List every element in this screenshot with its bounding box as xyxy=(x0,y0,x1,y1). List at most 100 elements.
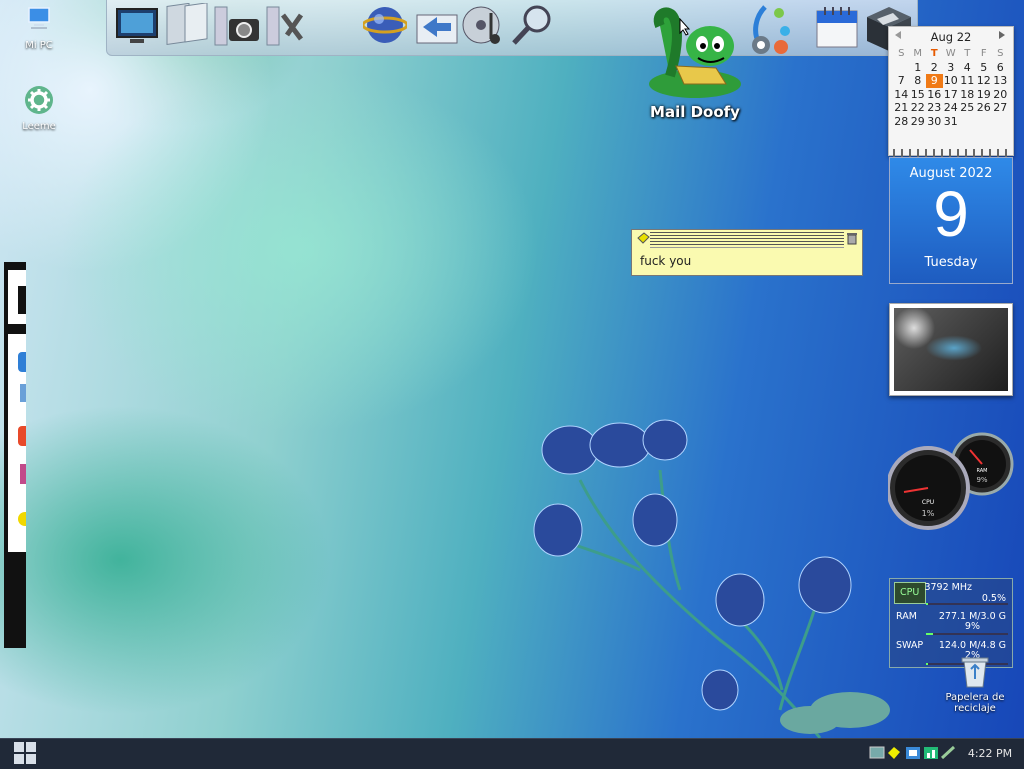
note-title-bar[interactable] xyxy=(650,230,844,248)
media-icon xyxy=(462,6,500,44)
date-widget-day: 9 xyxy=(933,178,969,250)
calendar-day xyxy=(893,61,910,75)
calendar-day[interactable]: 3 xyxy=(943,61,960,75)
dock-item-search[interactable] xyxy=(509,3,553,47)
calendar-day[interactable]: 30 xyxy=(926,115,943,129)
tray-note-icon[interactable] xyxy=(888,747,900,759)
dock-item-camera[interactable] xyxy=(213,3,259,47)
calendar-day xyxy=(959,115,976,129)
calendar-day[interactable]: 24 xyxy=(943,101,960,115)
taskbar-clock[interactable]: 4:22 PM xyxy=(964,747,1016,760)
calendar-day xyxy=(992,115,1009,129)
calendar-day[interactable]: 22 xyxy=(910,101,927,115)
calendar-day[interactable]: 15 xyxy=(910,88,927,102)
dock-item-calendar[interactable] xyxy=(815,3,859,48)
calendar-weekday: W xyxy=(945,48,956,59)
dock-item-folders[interactable] xyxy=(163,2,208,47)
calendar-day[interactable]: 28 xyxy=(893,115,910,129)
note-pin-icon[interactable] xyxy=(636,232,650,244)
desktop: Mi PC Leeme Mail Doofy Aug 22 S M T W T … xyxy=(0,0,1024,738)
calendar-weekday: S xyxy=(997,48,1004,59)
image-icon xyxy=(20,464,26,484)
photo-frame-widget[interactable] xyxy=(889,303,1013,396)
calendar-day[interactable]: 29 xyxy=(910,115,927,129)
document-icon xyxy=(20,384,26,402)
calendar-widget[interactable]: Aug 22 S M T W T F S 1 2 3 4 5 6 7 8 9 10 11 12 13 14 15 16 17 1… xyxy=(888,26,1014,161)
dock-item-monitor[interactable] xyxy=(115,3,159,47)
monitor-icon xyxy=(116,8,158,43)
calendar-day[interactable]: 16 xyxy=(926,88,943,102)
calendar-grid: S M T W T F S 1 2 3 4 5 6 7 8 9 10 11 12 13 14 15 16 17 18 19 20 21… xyxy=(893,47,1013,128)
dock-item-settings[interactable] xyxy=(745,3,790,54)
flower-wallpaper-art xyxy=(533,419,890,738)
calendar-day[interactable]: 18 xyxy=(959,88,976,102)
top-dock xyxy=(106,0,918,56)
calendar-day[interactable]: 10 xyxy=(943,74,960,88)
tools-icon xyxy=(266,6,304,46)
calendar-day[interactable]: 9 xyxy=(926,74,943,88)
tray-network-icon[interactable] xyxy=(906,747,920,759)
calendar-day[interactable]: 11 xyxy=(959,74,976,88)
calendar-day[interactable]: 12 xyxy=(976,74,993,88)
browser-icon xyxy=(18,352,26,372)
gauge-cpu-label: CPU xyxy=(922,499,934,506)
calendar-day[interactable]: 26 xyxy=(976,101,993,115)
calendar-day[interactable]: 13 xyxy=(992,74,1009,88)
sysmon-cpu-label: CPU xyxy=(900,587,920,598)
calendar-day[interactable]: 31 xyxy=(943,115,960,129)
gear-icon xyxy=(25,86,53,114)
calendar-day[interactable]: 19 xyxy=(976,88,993,102)
calendar-day[interactable]: 21 xyxy=(893,101,910,115)
globe-icon xyxy=(361,7,409,43)
desktop-icon-leeme[interactable]: Leeme xyxy=(9,85,69,132)
calendar-weekday: M xyxy=(913,48,923,59)
calendar-day[interactable]: 4 xyxy=(959,61,976,75)
dock-item-tools[interactable] xyxy=(265,3,309,47)
calendar-day[interactable]: 20 xyxy=(992,88,1009,102)
calendar-day[interactable]: 1 xyxy=(910,61,927,75)
gauge-cpu-value: 1% xyxy=(922,509,935,518)
note-trash-icon[interactable] xyxy=(846,232,858,245)
window-panel-icons xyxy=(8,334,26,552)
desktop-icon-label: Mi PC xyxy=(25,40,53,51)
calendar-day[interactable]: 7 xyxy=(893,74,910,88)
settings-icon xyxy=(752,5,790,54)
note-text[interactable]: fuck you xyxy=(640,254,854,268)
calendar-day[interactable]: 14 xyxy=(893,88,910,102)
calendar-month: Aug 22 xyxy=(930,30,972,44)
tray-chart-icon[interactable] xyxy=(924,747,938,759)
gauge-ram-label: RAM xyxy=(976,468,987,474)
dock-item-transfer[interactable] xyxy=(413,3,458,47)
folders-icon xyxy=(166,2,208,46)
date-widget[interactable]: August 2022 9 Tuesday xyxy=(889,157,1013,284)
desktop-icon-mi-pc[interactable]: Mi PC xyxy=(9,4,69,51)
calendar-day[interactable]: 23 xyxy=(926,101,943,115)
calendar-weekday: S xyxy=(898,48,905,59)
tray-monitor-icon[interactable] xyxy=(869,746,885,759)
folder-icon xyxy=(18,512,26,526)
system-tray xyxy=(869,745,956,760)
tray-usb-icon[interactable] xyxy=(940,745,956,760)
calendar-day[interactable]: 25 xyxy=(959,101,976,115)
sysmon-ram-usage: 9% xyxy=(964,621,980,632)
sticky-note[interactable]: fuck you xyxy=(631,229,863,276)
cpu-ram-gauges-widget[interactable]: CPU 1% RAM 9% xyxy=(888,432,1016,532)
offscreen-window-edge[interactable] xyxy=(4,262,26,648)
calendar-day[interactable]: 6 xyxy=(992,61,1009,75)
calendar-icon xyxy=(816,7,858,48)
calendar-day[interactable]: 17 xyxy=(943,88,960,102)
calendar-next-arrow-icon[interactable] xyxy=(999,31,1005,39)
date-widget-weekday: Tuesday xyxy=(924,255,978,270)
windows-start-icon[interactable] xyxy=(13,741,37,765)
computer-icon xyxy=(28,7,50,29)
dock-item-internet[interactable] xyxy=(361,3,409,47)
dock-item-media[interactable] xyxy=(461,3,505,47)
sysmon-cpu-bar xyxy=(926,603,1008,605)
desktop-icon-recycle-bin[interactable]: Papelera de reciclaje xyxy=(940,655,1010,714)
calendar-day[interactable]: 27 xyxy=(992,101,1009,115)
calendar-day[interactable]: 5 xyxy=(976,61,993,75)
calendar-day[interactable]: 8 xyxy=(910,74,927,88)
calendar-weekday: T xyxy=(964,48,971,59)
sysmon-cpu-freq: 3792 MHz xyxy=(924,582,972,593)
calendar-day[interactable]: 2 xyxy=(926,61,943,75)
